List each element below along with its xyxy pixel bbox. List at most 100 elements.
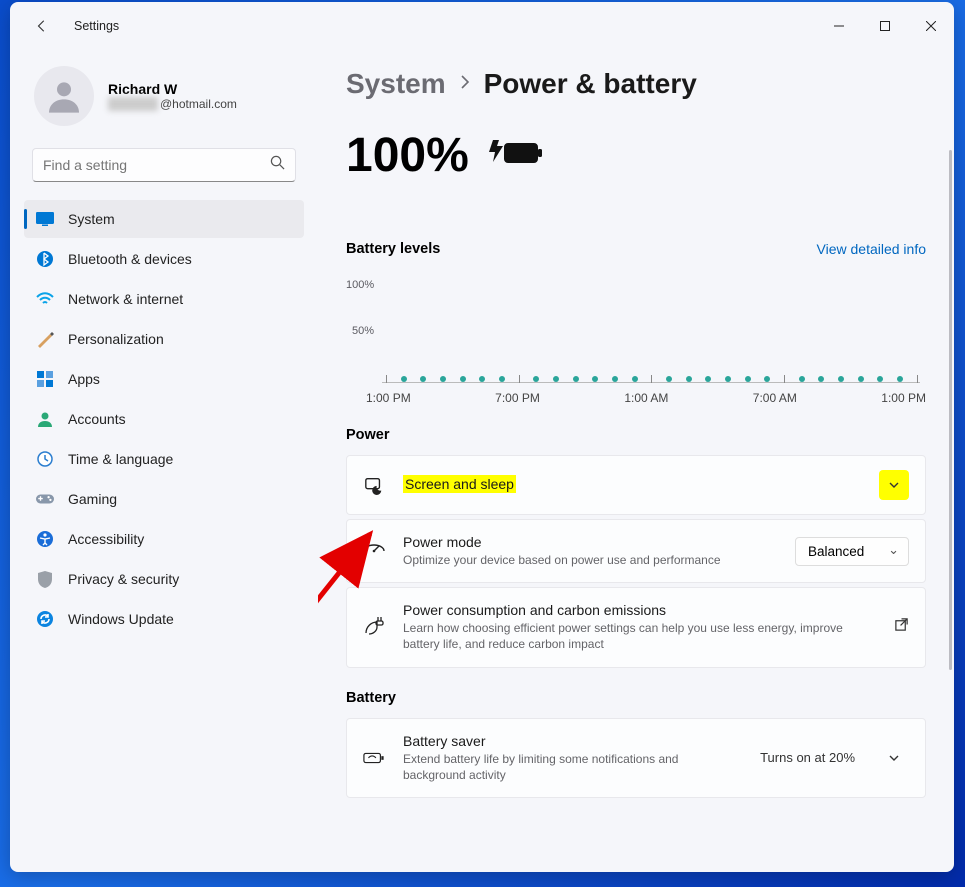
chart-point — [612, 376, 618, 382]
screen-and-sleep-row[interactable]: Screen and sleep — [346, 455, 926, 515]
update-icon — [36, 610, 54, 628]
sidebar-item-system[interactable]: System — [24, 200, 304, 238]
person-icon — [36, 410, 54, 428]
nav-list: System Bluetooth & devices Network & inter… — [10, 194, 318, 638]
sidebar-item-accounts[interactable]: Accounts — [24, 400, 304, 438]
chart-point — [460, 376, 466, 382]
apps-icon — [36, 370, 54, 388]
chart-point — [553, 376, 559, 382]
accessibility-icon — [36, 530, 54, 548]
sidebar-item-label: System — [68, 211, 115, 227]
sidebar-item-label: Bluetooth & devices — [68, 251, 192, 267]
chart-point — [533, 376, 539, 382]
breadcrumb-root[interactable]: System — [346, 68, 446, 100]
clock-icon — [36, 450, 54, 468]
sidebar-item-label: Time & language — [68, 451, 173, 467]
sidebar: Richard W xxxxxxx@hotmail.com System Blue… — [10, 50, 318, 872]
chart-point — [479, 376, 485, 382]
battery-chart: 100% 50% 1:00 PM7:00 PM1:00 AM7:00 AM1:0… — [346, 263, 926, 413]
battery-saver-status: Turns on at 20% — [760, 750, 855, 765]
sidebar-item-label: Windows Update — [68, 611, 174, 627]
battery-section-label: Battery — [346, 690, 926, 706]
sidebar-item-bluetooth-devices[interactable]: Bluetooth & devices — [24, 240, 304, 278]
chart-xlabel: 7:00 PM — [495, 391, 540, 405]
sidebar-item-label: Accessibility — [68, 531, 144, 547]
chart-point — [818, 376, 824, 382]
chart-point — [573, 376, 579, 382]
chart-point — [401, 376, 407, 382]
chart-point — [420, 376, 426, 382]
leaf-plug-icon — [363, 617, 385, 637]
screen-sleep-title: Screen and sleep — [403, 475, 516, 493]
wifi-icon — [36, 290, 54, 308]
content-pane: System Power & battery 100% Battery le — [318, 50, 954, 872]
search-input[interactable] — [32, 148, 296, 182]
chart-xlabel: 7:00 AM — [753, 391, 797, 405]
battery-levels-label: Battery levels — [346, 241, 440, 257]
paint-icon — [36, 330, 54, 348]
close-button[interactable] — [908, 10, 954, 42]
power-mode-dropdown[interactable]: Balanced — [795, 537, 909, 566]
chart-point — [897, 376, 903, 382]
chart-point — [666, 376, 672, 382]
sidebar-item-time-language[interactable]: Time & language — [24, 440, 304, 478]
profile-block[interactable]: Richard W xxxxxxx@hotmail.com — [10, 58, 318, 144]
chart-point — [632, 376, 638, 382]
view-detailed-link[interactable]: View detailed info — [817, 241, 926, 257]
power-mode-row[interactable]: Power mode Optimize your device based on… — [346, 519, 926, 583]
screen-sleep-icon — [363, 475, 385, 495]
profile-name: Richard W — [108, 81, 237, 97]
sidebar-item-accessibility[interactable]: Accessibility — [24, 520, 304, 558]
carbon-row[interactable]: Power consumption and carbon emissions L… — [346, 587, 926, 667]
breadcrumb: System Power & battery — [346, 68, 926, 100]
chart-point — [799, 376, 805, 382]
battery-status: 100% — [346, 128, 926, 183]
sidebar-item-windows-update[interactable]: Windows Update — [24, 600, 304, 638]
shield-icon — [36, 570, 54, 588]
external-link-icon — [894, 617, 909, 637]
search-icon — [270, 155, 285, 175]
sidebar-item-label: Personalization — [68, 331, 164, 347]
bluetooth-icon — [36, 250, 54, 268]
scrollbar[interactable] — [949, 150, 952, 670]
gamepad-icon — [36, 490, 54, 508]
battery-saver-row[interactable]: Battery saver Extend battery life by lim… — [346, 718, 926, 798]
profile-email: xxxxxxx@hotmail.com — [108, 97, 237, 111]
chart-xlabel: 1:00 PM — [881, 391, 926, 405]
sidebar-item-label: Network & internet — [68, 291, 183, 307]
titlebar: Settings — [10, 2, 954, 50]
maximize-button[interactable] — [862, 10, 908, 42]
sidebar-item-label: Accounts — [68, 411, 126, 427]
chart-point — [877, 376, 883, 382]
sidebar-item-label: Gaming — [68, 491, 117, 507]
display-icon — [36, 210, 54, 228]
carbon-desc: Learn how choosing efficient power setti… — [403, 620, 876, 652]
minimize-button[interactable] — [816, 10, 862, 42]
chart-point — [499, 376, 505, 382]
chart-xlabel: 1:00 AM — [624, 391, 668, 405]
expand-screen-sleep[interactable] — [879, 470, 909, 500]
expand-battery-saver[interactable] — [879, 743, 909, 773]
chart-point — [838, 376, 844, 382]
chart-point — [725, 376, 731, 382]
back-button[interactable] — [34, 18, 50, 34]
settings-window: Settings Richard W xxxxxxx@hotmail.com — [10, 2, 954, 872]
app-title: Settings — [74, 19, 119, 33]
sidebar-item-personalization[interactable]: Personalization — [24, 320, 304, 358]
chart-point — [440, 376, 446, 382]
sidebar-item-label: Apps — [68, 371, 100, 387]
chart-point — [705, 376, 711, 382]
sidebar-item-gaming[interactable]: Gaming — [24, 480, 304, 518]
sidebar-item-network-internet[interactable]: Network & internet — [24, 280, 304, 318]
sidebar-item-privacy-security[interactable]: Privacy & security — [24, 560, 304, 598]
chart-point — [858, 376, 864, 382]
chart-point — [592, 376, 598, 382]
sidebar-item-label: Privacy & security — [68, 571, 179, 587]
power-section-label: Power — [346, 427, 926, 443]
chart-point — [745, 376, 751, 382]
sidebar-item-apps[interactable]: Apps — [24, 360, 304, 398]
battery-saver-icon — [363, 750, 385, 766]
power-mode-desc: Optimize your device based on power use … — [403, 552, 777, 568]
window-controls — [816, 10, 954, 42]
battery-charging-icon — [487, 138, 543, 173]
